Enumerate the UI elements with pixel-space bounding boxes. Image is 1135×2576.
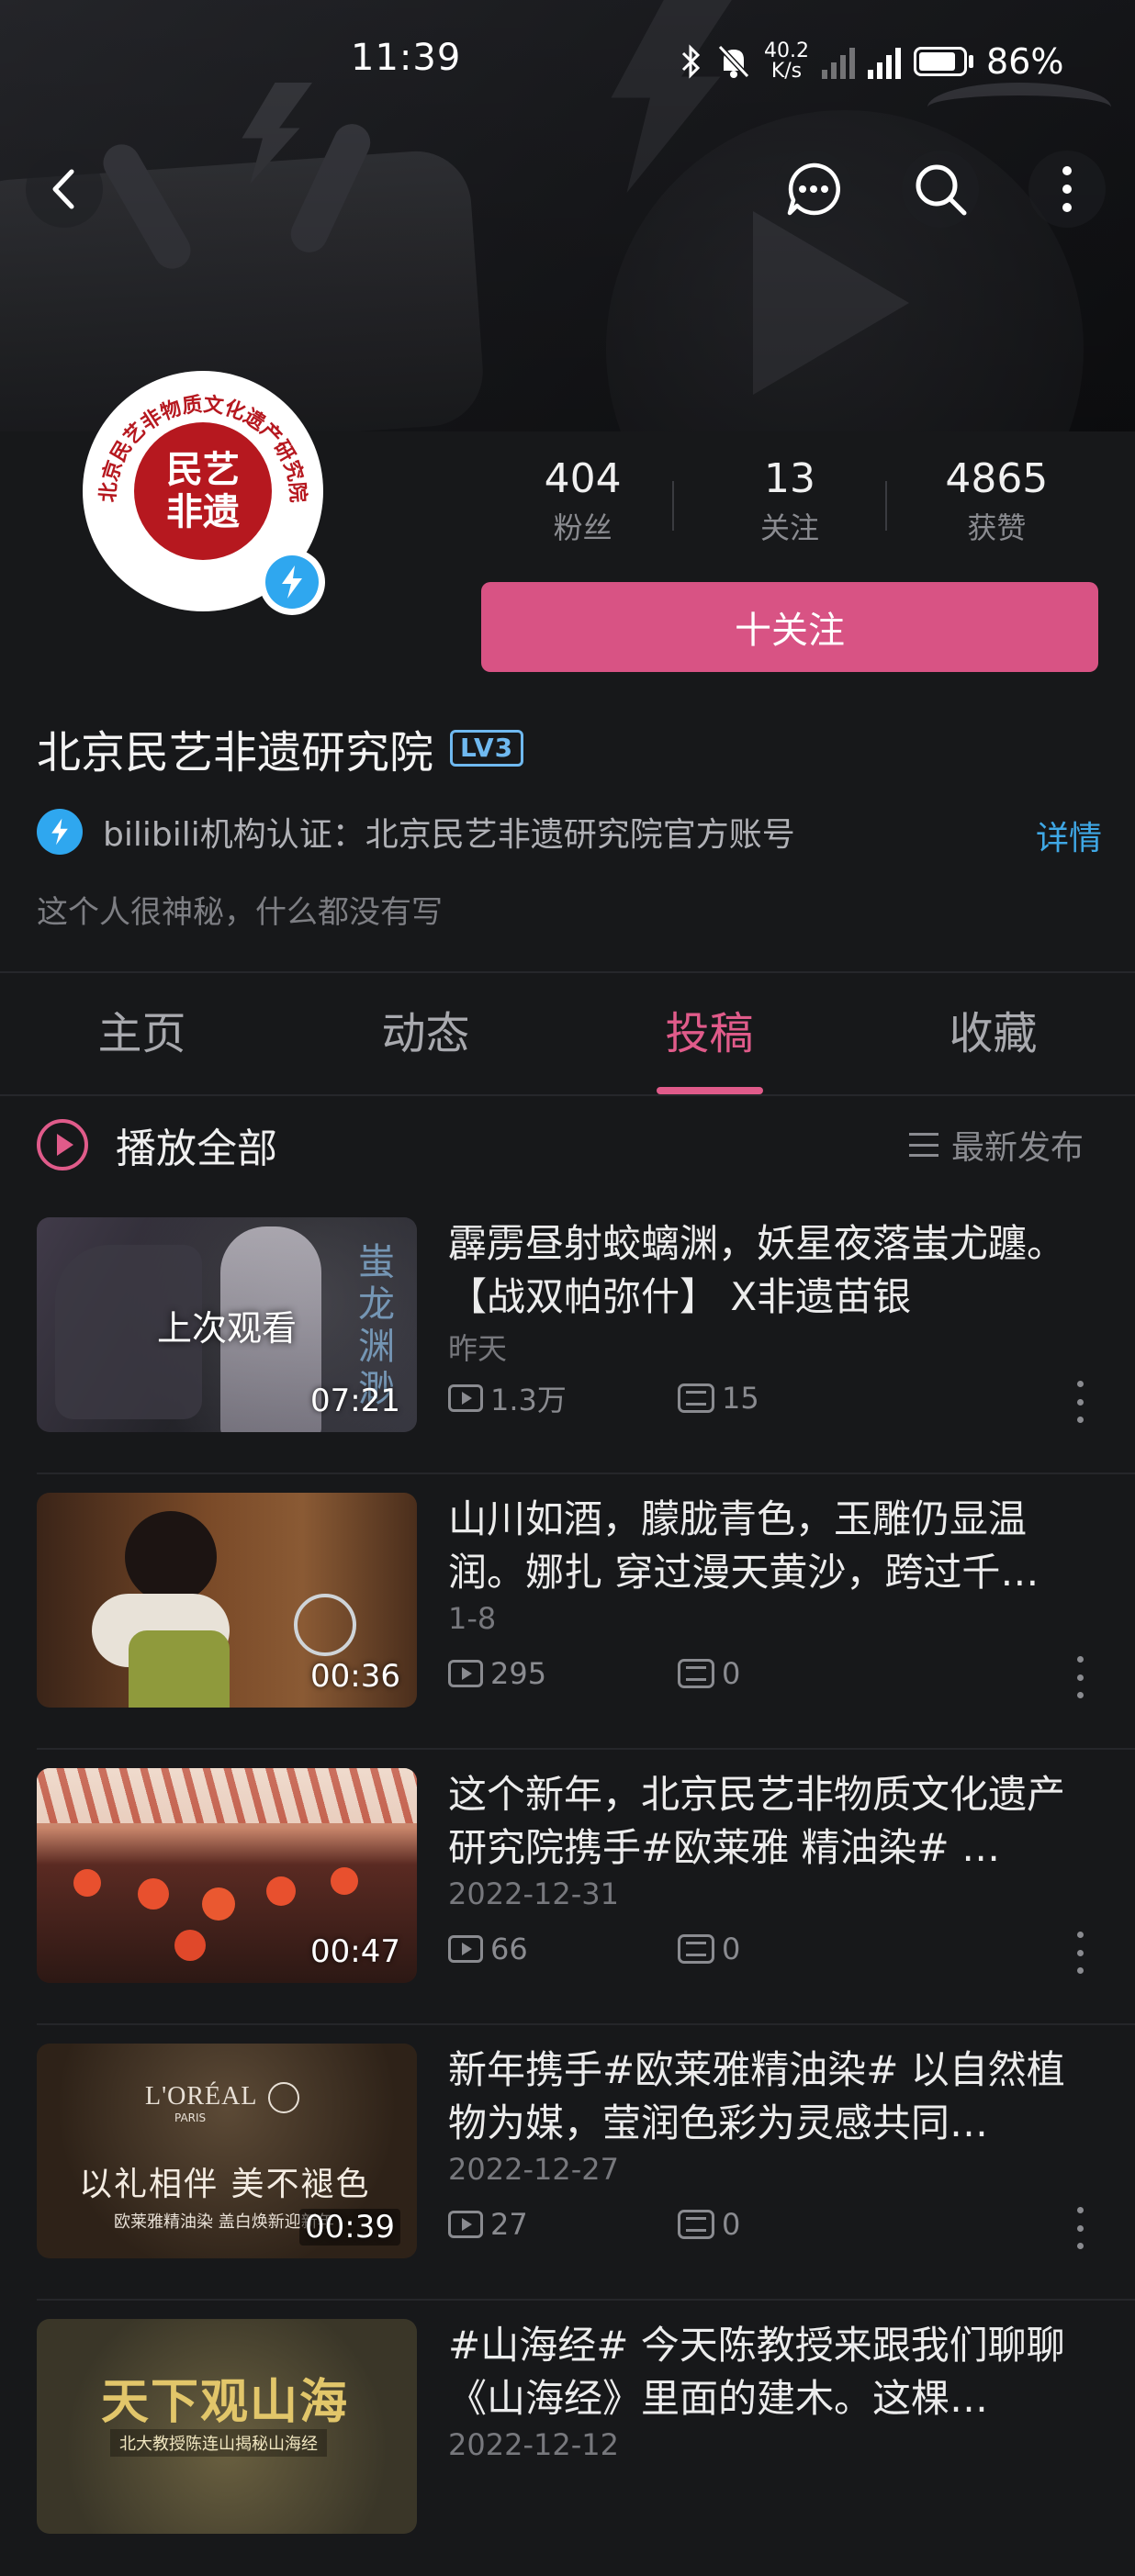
video-date: 2022-12-27 <box>448 2152 619 2187</box>
back-button[interactable] <box>26 151 103 228</box>
video-date: 2022-12-12 <box>448 2427 619 2462</box>
video-title[interactable]: 山川如酒，朦胧青色，玉雕仍显温润。娜扎 穿过漫天黄沙，跨过千… <box>448 1493 1091 1599</box>
thumbnail-title: 天下观山海 <box>101 2374 350 2430</box>
video-danmaku: 0 <box>678 1932 907 1966</box>
danmaku-icon <box>678 1934 714 1964</box>
video-more-icon[interactable] <box>1069 1932 1091 1974</box>
stat-divider <box>672 481 674 531</box>
battery-percent: 86% <box>985 41 1064 82</box>
danmaku-icon <box>678 1383 714 1413</box>
message-button[interactable] <box>775 151 852 228</box>
video-more-icon[interactable] <box>1069 1656 1091 1698</box>
video-more-icon[interactable] <box>1069 1381 1091 1423</box>
danmaku-icon <box>678 2210 714 2239</box>
stat-following[interactable]: 13 关注 <box>686 454 893 554</box>
level-badge: LV3 <box>450 730 524 767</box>
video-item[interactable]: 00:36 山川如酒，朦胧青色，玉雕仍显温润。娜扎 穿过漫天黄沙，跨过千… 1-… <box>0 1474 1135 1750</box>
video-item[interactable]: L'ORÉAL PARIS 以礼相伴 美不褪色 欧莱雅精油染 盖白焕新迎新年 0… <box>0 2025 1135 2301</box>
bluetooth-icon <box>681 44 701 79</box>
thumbnail-brand: L'ORÉAL <box>145 2082 258 2111</box>
status-time: 11:39 <box>351 37 462 79</box>
tab-home[interactable]: 主页 <box>0 973 284 1094</box>
follow-button[interactable]: 十关注 <box>481 582 1098 672</box>
network-speed: 40.2 K/s <box>764 39 809 83</box>
verified-badge <box>259 549 325 615</box>
search-icon <box>916 164 967 216</box>
stat-likes: 4865 获赞 <box>945 455 1049 545</box>
play-all-label: 播放全部 <box>116 1126 277 1172</box>
stat-followers[interactable]: 404 粉丝 <box>479 454 686 554</box>
video-danmaku: 0 <box>678 2207 907 2242</box>
play-all-button[interactable]: 播放全部 <box>37 1113 277 1177</box>
video-title[interactable]: #山海经# 今天陈教授来跟我们聊聊《山海经》里面的建木。这棵… <box>448 2319 1091 2425</box>
status-bar: 11:39 40.2 K/s 86% <box>0 0 1135 129</box>
play-count-icon <box>448 2211 483 2238</box>
certification-row: bilibili机构认证：北京民艺非遗研究院官方账号 详情 <box>37 808 1102 859</box>
video-item[interactable]: 蚩龙渊渺 上次观看 07:21 霹雳昼射蛟螭渊，妖星夜落蚩尤躔。【战双帕弥什】 … <box>0 1199 1135 1474</box>
video-item[interactable]: 00:47 这个新年，北京民艺非物质文化遗产研究院携手#欧莱雅 精油染# … 2… <box>0 1750 1135 2025</box>
stat-divider <box>885 481 887 531</box>
last-watched-label: 上次观看 <box>156 1308 297 1349</box>
tab-dynamics[interactable]: 动态 <box>284 973 568 1094</box>
play-circle-icon <box>37 1119 88 1170</box>
video-date: 2022-12-31 <box>448 1876 619 1911</box>
profile-stats: 404 粉丝 13 关注 4865 获赞 <box>479 454 1100 554</box>
video-title[interactable]: 新年携手#欧莱雅精油染# 以自然植物为媒，莹润色彩为灵感共同… <box>448 2044 1091 2150</box>
verified-icon <box>37 809 83 855</box>
search-button[interactable] <box>902 151 979 228</box>
video-danmaku: 0 <box>678 1656 907 1691</box>
video-thumbnail[interactable]: 00:47 <box>37 1768 417 1983</box>
play-count-icon <box>448 1935 483 1963</box>
video-date: 1-8 <box>448 1601 497 1636</box>
profile-bio: 这个人很神秘，什么都没有写 <box>37 894 443 931</box>
video-more-icon[interactable] <box>1069 2207 1091 2249</box>
video-danmaku: 15 <box>678 1381 907 1416</box>
video-thumbnail[interactable]: L'ORÉAL PARIS 以礼相伴 美不褪色 欧莱雅精油染 盖白焕新迎新年 0… <box>37 2044 417 2258</box>
video-thumbnail[interactable]: 00:36 <box>37 1493 417 1708</box>
video-duration: 00:39 <box>299 2209 400 2246</box>
video-duration: 07:21 <box>310 1383 400 1419</box>
svg-text:北京民艺非物质文化遗产研究院: 北京民艺非物质文化遗产研究院 <box>96 392 309 503</box>
video-title[interactable]: 这个新年，北京民艺非物质文化遗产研究院携手#欧莱雅 精油染# … <box>448 1768 1091 1875</box>
chevron-left-icon <box>52 169 74 209</box>
battery-icon <box>913 47 973 76</box>
profile-tabs: 主页 动态 投稿 收藏 <box>0 971 1135 1096</box>
certification-text: bilibili机构认证：北京民艺非遗研究院官方账号 <box>103 816 795 854</box>
profile-name: 北京民艺非遗研究院 <box>37 727 434 778</box>
danmaku-icon <box>678 1659 714 1688</box>
video-thumbnail[interactable]: 蚩龙渊渺 上次观看 07:21 <box>37 1217 417 1432</box>
sort-selector[interactable]: 最新发布 <box>909 1122 1084 1168</box>
video-duration: 00:36 <box>310 1658 400 1695</box>
signal-1-icon <box>821 44 855 79</box>
video-duration: 00:47 <box>310 1933 400 1970</box>
play-count-icon <box>448 1660 483 1687</box>
lightning-icon <box>282 566 302 599</box>
profile-name-row: 北京民艺非遗研究院 LV3 <box>37 716 524 780</box>
sort-label: 最新发布 <box>951 1129 1084 1167</box>
video-thumbnail[interactable]: 天下观山海 北大教授陈连山揭秘山海经 <box>37 2319 417 2534</box>
tab-favorites[interactable]: 收藏 <box>851 973 1135 1094</box>
video-views: 1.3万 <box>448 1377 678 1419</box>
more-button[interactable] <box>1028 151 1106 228</box>
video-views: 66 <box>448 1932 678 1966</box>
video-date: 昨天 <box>448 1331 508 1366</box>
chat-bubble-icon <box>787 162 840 216</box>
certification-details-link[interactable]: 详情 <box>1036 812 1102 859</box>
signal-2-icon <box>867 44 901 79</box>
video-views: 27 <box>448 2207 678 2242</box>
thumbnail-brand-sub: PARIS <box>174 2111 207 2124</box>
thumbnail-subtitle: 北大教授陈连山揭秘山海经 <box>110 2429 327 2457</box>
tab-uploads[interactable]: 投稿 <box>568 973 851 1094</box>
video-item[interactable]: 天下观山海 北大教授陈连山揭秘山海经 #山海经# 今天陈教授来跟我们聊聊《山海经… <box>0 2301 1135 2576</box>
sort-lines-icon <box>909 1133 938 1157</box>
bell-muted-icon <box>717 44 750 79</box>
play-count-icon <box>448 1384 483 1412</box>
video-views: 295 <box>448 1656 678 1691</box>
thumbnail-slogan: 以礼相伴 美不褪色 <box>79 2166 371 2203</box>
more-vertical-icon <box>1062 166 1072 212</box>
video-title[interactable]: 霹雳昼射蛟螭渊，妖星夜落蚩尤躔。【战双帕弥什】 X非遗苗银 <box>448 1217 1091 1324</box>
